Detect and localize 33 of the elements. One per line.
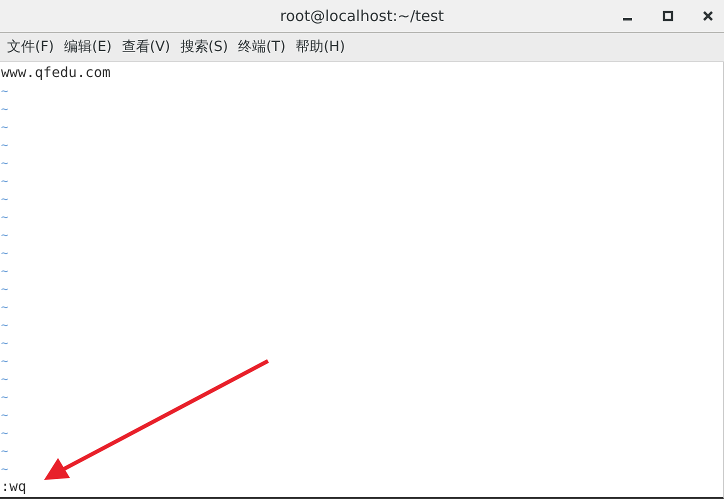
empty-line-marker: ~ bbox=[1, 156, 8, 170]
maximize-icon[interactable] bbox=[662, 10, 674, 22]
empty-line-marker: ~ bbox=[1, 300, 8, 314]
empty-line-marker: ~ bbox=[1, 228, 8, 242]
empty-line-marker: ~ bbox=[1, 174, 8, 188]
empty-line-marker: ~ bbox=[1, 336, 8, 350]
window-title: root@localhost:~/test bbox=[280, 7, 444, 25]
empty-line-marker: ~ bbox=[1, 318, 8, 332]
empty-line-marker: ~ bbox=[1, 426, 8, 440]
text-line: www.qfedu.com bbox=[1, 65, 111, 81]
menu-item[interactable]: 帮助(H) bbox=[296, 38, 346, 56]
empty-line-marker: ~ bbox=[1, 408, 8, 422]
menu-item[interactable]: 查看(V) bbox=[122, 38, 170, 56]
menu-item[interactable]: 终端(T) bbox=[238, 38, 286, 56]
empty-line-marker: ~ bbox=[1, 372, 8, 386]
menu-item[interactable]: 编辑(E) bbox=[64, 38, 112, 56]
empty-line-marker: ~ bbox=[1, 210, 8, 224]
empty-line-marker: ~ bbox=[1, 264, 8, 278]
close-icon[interactable] bbox=[702, 10, 714, 22]
command-line: :wq bbox=[1, 479, 26, 495]
empty-line-marker: ~ bbox=[1, 138, 8, 152]
menu-item[interactable]: 搜索(S) bbox=[180, 38, 228, 56]
empty-line-marker: ~ bbox=[1, 354, 8, 368]
empty-line-marker: ~ bbox=[1, 246, 8, 260]
menu-item[interactable]: 文件(F) bbox=[7, 38, 54, 56]
empty-line-marker: ~ bbox=[1, 444, 8, 458]
empty-line-marker: ~ bbox=[1, 84, 8, 98]
empty-line-marker: ~ bbox=[1, 192, 8, 206]
empty-line-marker: ~ bbox=[1, 390, 8, 404]
empty-line-marker: ~ bbox=[1, 282, 8, 296]
empty-line-marker: ~ bbox=[1, 102, 8, 116]
empty-line-marker: ~ bbox=[1, 462, 8, 476]
empty-line-marker: ~ bbox=[1, 120, 8, 134]
